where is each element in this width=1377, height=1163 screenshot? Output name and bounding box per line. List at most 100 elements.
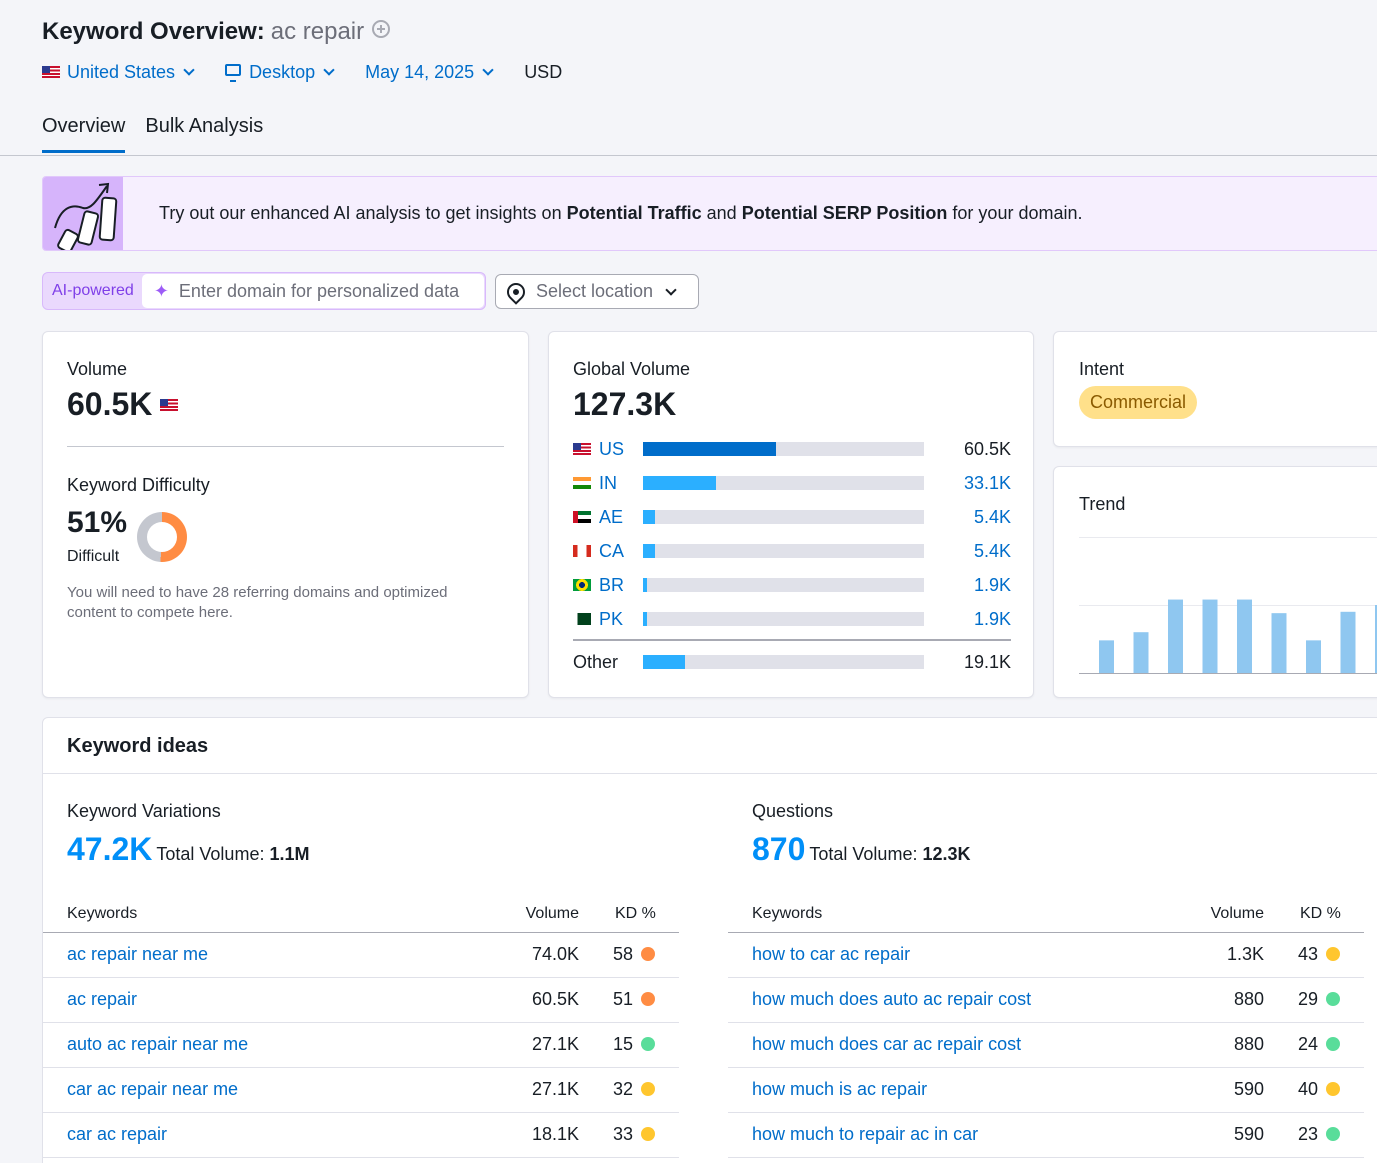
trend-bar[interactable] [1099, 640, 1114, 673]
country-row-us[interactable]: US 60.5K [573, 439, 1011, 459]
keyword-ideas-header: Keyword ideas [43, 718, 1377, 774]
chevron-down-icon [482, 63, 494, 76]
ca-flag-icon [573, 545, 591, 557]
intent-badge[interactable]: Commercial [1079, 386, 1198, 419]
country-volume: 1.9K [973, 608, 1011, 629]
country-row-pk[interactable]: PK 1.9K [573, 609, 1011, 629]
us-flag-icon [42, 66, 60, 78]
br-flag-icon [573, 579, 591, 591]
trend-label: Trend [1079, 494, 1126, 514]
currency-label: USD [524, 61, 563, 82]
volume-label: Volume [67, 359, 128, 379]
trend-bar[interactable] [1133, 632, 1149, 673]
country-filter-label: United States [67, 61, 176, 82]
pk-flag-icon [573, 613, 591, 625]
column-header: Volume [469, 896, 579, 933]
keyword-volume: 27.1K [469, 1067, 579, 1113]
page-title-label: Keyword Overview: [42, 18, 265, 45]
keyword-link[interactable]: auto ac repair near me [67, 1034, 248, 1054]
location-select[interactable]: Select location [495, 274, 699, 309]
tab-bulk-analysis[interactable]: Bulk Analysis [145, 115, 263, 153]
variations-label[interactable]: Keyword Variations [67, 801, 221, 822]
keyword-link[interactable]: car ac repair near me [67, 1079, 238, 1099]
volume-bar-fill [643, 612, 648, 626]
table-row: how much does auto ac repair cost 880 29 [728, 977, 1364, 1023]
keyword-volume: 60.5K [469, 977, 579, 1023]
keyword-link[interactable]: car ac repair [67, 1124, 167, 1144]
date-filter-label: May 14, 2025 [365, 61, 475, 82]
country-row-ca[interactable]: CA 5.4K [573, 541, 1011, 561]
location-select-placeholder: Select location [536, 281, 654, 301]
keyword-kd: 23 [1297, 1124, 1318, 1144]
trend-bar[interactable] [1237, 599, 1252, 673]
trend-bar[interactable] [1168, 599, 1183, 673]
country-row-in[interactable]: IN 33.1K [573, 473, 1011, 493]
questions-count[interactable]: 870 [752, 831, 805, 867]
banner-highlight-traffic: Potential Traffic [566, 203, 702, 223]
trend-bar[interactable] [1306, 640, 1321, 673]
variations-count[interactable]: 47.2K [67, 831, 152, 867]
kd-note: You will need to have 28 referring domai… [67, 584, 448, 621]
chevron-down-icon [665, 283, 677, 296]
variations-table: Keywords Volume KD % ac repair near me 74… [43, 896, 679, 1158]
country-volume: 60.5K [963, 438, 1011, 459]
keyword-kd: 32 [612, 1079, 633, 1099]
keyword-link[interactable]: ac repair [67, 989, 137, 1009]
kd-indicator-icon [641, 947, 655, 961]
keyword-link[interactable]: how to car ac repair [752, 944, 910, 964]
us-flag-icon [573, 443, 591, 455]
trend-bar[interactable] [1271, 613, 1287, 673]
volume-bar [643, 510, 924, 524]
keyword-kd: 15 [612, 1034, 633, 1054]
global-volume-card: Global Volume 127.3K US 60.5K IN 33.1K A… [548, 331, 1034, 698]
country-row-ae[interactable]: AE 5.4K [573, 507, 1011, 527]
questions-label[interactable]: Questions [752, 801, 833, 822]
global-volume-label: Global Volume [573, 359, 691, 379]
keyword-link[interactable]: how much to repair ac in car [752, 1124, 978, 1144]
divider [573, 639, 1011, 641]
filters-bar: United States Desktop May 14, 2025 USD [42, 60, 562, 84]
date-filter[interactable]: May 14, 2025 [365, 61, 494, 83]
tab-overview[interactable]: Overview [42, 115, 126, 153]
keyword-link[interactable]: how much is ac repair [752, 1079, 927, 1099]
banner-highlight-serp: Potential SERP Position [741, 203, 948, 223]
country-filter[interactable]: United States [42, 61, 195, 83]
domain-input[interactable]: ✦ Enter domain for personalized data [141, 274, 484, 308]
kd-indicator-icon [641, 1037, 655, 1051]
sparkle-icon: ✦ [153, 280, 169, 301]
device-filter[interactable]: Desktop [225, 62, 335, 83]
volume-bar [643, 544, 924, 558]
keyword-volume: 590 [1154, 1112, 1264, 1158]
table-row: ac repair 60.5K 51 [43, 977, 679, 1023]
column-header: KD % [1264, 896, 1364, 933]
chevron-down-icon [323, 63, 335, 76]
intent-card: Intent Commercial [1053, 331, 1377, 447]
keyword-volume: 880 [1154, 977, 1264, 1023]
keyword-volume: 880 [1154, 1022, 1264, 1068]
keyword-ideas-title: Keyword ideas [67, 735, 209, 757]
other-label: Other [573, 651, 619, 672]
variations-total: 1.1M [269, 844, 310, 864]
trend-bar[interactable] [1340, 611, 1356, 673]
volume-bar-fill [643, 544, 655, 558]
add-keyword-icon[interactable] [372, 19, 391, 38]
kd-level: Difficult [67, 548, 120, 565]
table-row: car ac repair 18.1K 33 [43, 1112, 679, 1158]
kd-indicator-icon [1326, 947, 1340, 961]
questions-table: Keywords Volume KD % how to car ac repai… [728, 896, 1364, 1158]
trend-bar[interactable] [1202, 599, 1218, 673]
kd-indicator-icon [1326, 992, 1340, 1006]
keyword-link[interactable]: how much does car ac repair cost [752, 1034, 1021, 1054]
volume-value: 60.5K [67, 386, 153, 422]
keyword-link[interactable]: how much does auto ac repair cost [752, 989, 1031, 1009]
keyword-link[interactable]: ac repair near me [67, 944, 208, 964]
kd-value: 51% [67, 506, 128, 539]
ai-promo-text: Try out our enhanced AI analysis to get … [159, 203, 1082, 224]
global-volume-value: 127.3K [573, 386, 677, 422]
volume-bar-fill [643, 510, 655, 524]
other-volume: 19.1K [963, 651, 1011, 672]
volume-bar-fill [643, 442, 777, 456]
kd-indicator-icon [1326, 1037, 1340, 1051]
country-row-br[interactable]: BR 1.9K [573, 575, 1011, 595]
keyword-volume: 27.1K [469, 1022, 579, 1068]
